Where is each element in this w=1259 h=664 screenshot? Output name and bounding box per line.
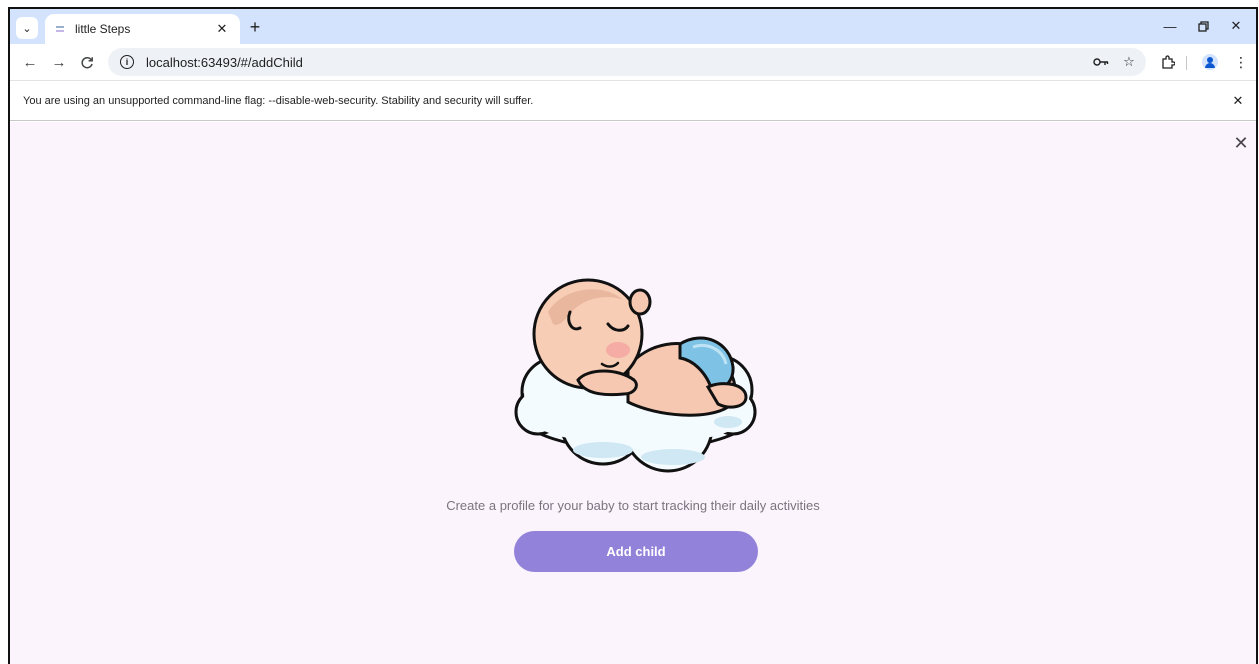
browser-window: ⌄ little Steps ✕ + — ✕ ← → i localhost:6… [8,7,1258,664]
tab-title: little Steps [75,22,131,36]
toolbar-divider [1186,56,1187,70]
browser-toolbar: ← → i localhost:63493/#/addChild ☆ ⋮ [10,44,1256,80]
unsupported-flag-infobar: You are using an unsupported command-lin… [10,80,1256,121]
url-text[interactable]: localhost:63493/#/addChild [146,55,1090,70]
password-key-icon[interactable] [1090,52,1112,72]
browser-tab[interactable]: little Steps ✕ [45,14,240,44]
tab-close-icon[interactable]: ✕ [214,21,230,37]
restore-icon[interactable] [1193,17,1213,35]
tab-search-chevron-icon[interactable]: ⌄ [16,17,38,39]
site-info-icon[interactable]: i [120,55,134,69]
tab-strip: ⌄ little Steps ✕ + — ✕ [10,9,1256,44]
bookmark-star-icon[interactable]: ☆ [1118,52,1140,72]
sleeping-baby-on-cloud-illustration [514,278,757,473]
page-close-icon[interactable]: ✕ [1232,134,1250,152]
extensions-icon[interactable] [1158,53,1178,71]
reload-icon[interactable] [77,53,97,71]
new-tab-button[interactable]: + [246,18,264,36]
add-child-page: ✕ Create a profile for your baby to star… [10,122,1256,664]
app-favicon-icon [55,24,65,34]
infobar-close-icon[interactable]: ✕ [1230,93,1246,109]
forward-arrow-icon[interactable]: → [49,53,69,71]
back-arrow-icon[interactable]: ← [20,53,40,71]
address-bar[interactable]: i localhost:63493/#/addChild ☆ [108,48,1146,76]
more-menu-icon[interactable]: ⋮ [1231,53,1251,71]
window-close-icon[interactable]: ✕ [1226,17,1246,35]
onboarding-tagline: Create a profile for your baby to start … [446,498,820,513]
minimize-icon[interactable]: — [1160,17,1180,35]
infobar-message: You are using an unsupported command-lin… [23,94,534,107]
profile-avatar-icon[interactable] [1202,54,1218,70]
add-child-button[interactable]: Add child [514,531,758,572]
